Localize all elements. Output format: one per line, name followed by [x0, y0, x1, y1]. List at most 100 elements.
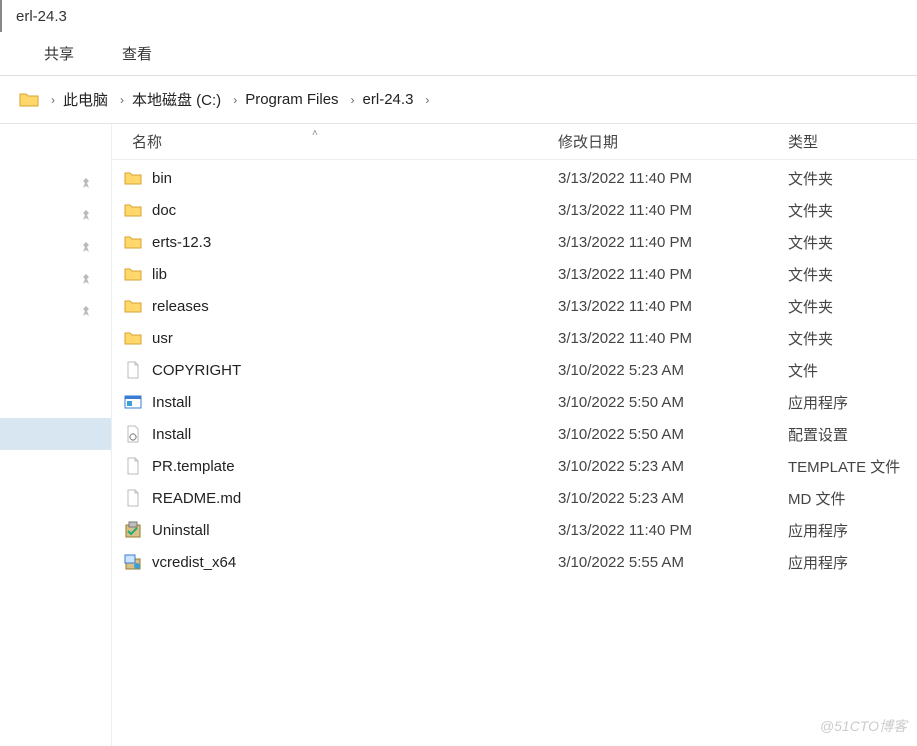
pin-icon	[79, 241, 93, 255]
file-row[interactable]: usr3/13/2022 11:40 PM文件夹	[112, 322, 917, 354]
file-modified: 3/13/2022 11:40 PM	[558, 522, 788, 539]
chevron-right-icon[interactable]: ›	[120, 93, 124, 107]
file-name: lib	[152, 266, 167, 283]
quick-access-pin[interactable]	[0, 264, 111, 296]
file-row[interactable]: README.md 3/10/2022 5:23 AMMD 文件	[112, 482, 917, 514]
file-type: 应用程序	[788, 552, 917, 573]
pin-icon	[79, 209, 93, 223]
folder-icon	[124, 201, 142, 219]
file-row[interactable]: PR.template3/10/2022 5:23 AMTEMPLATE 文件	[112, 450, 917, 482]
file-modified: 3/10/2022 5:55 AM	[558, 554, 788, 571]
chevron-right-icon[interactable]: ›	[425, 93, 429, 107]
file-row[interactable]: Install 3/10/2022 5:50 AM配置设置	[112, 418, 917, 450]
file-name: erts-12.3	[152, 234, 211, 251]
file-modified: 3/13/2022 11:40 PM	[558, 234, 788, 251]
file-modified: 3/13/2022 11:40 PM	[558, 202, 788, 219]
file-type: 文件夹	[788, 168, 917, 189]
column-modified[interactable]: 修改日期	[558, 131, 788, 152]
file-row[interactable]: Uninstall 3/13/2022 11:40 PM应用程序	[112, 514, 917, 546]
file-type: 文件夹	[788, 200, 917, 221]
file-name: doc	[152, 202, 176, 219]
file-name: bin	[152, 170, 172, 187]
file-rows: bin3/13/2022 11:40 PM文件夹doc3/13/2022 11:…	[112, 160, 917, 578]
file-type: 应用程序	[788, 520, 917, 541]
file-name: Uninstall	[152, 522, 210, 539]
file-modified: 3/13/2022 11:40 PM	[558, 266, 788, 283]
column-type[interactable]: 类型	[788, 131, 917, 152]
file-type: 文件夹	[788, 232, 917, 253]
window-title: erl-24.3	[12, 8, 67, 25]
file-modified: 3/10/2022 5:23 AM	[558, 458, 788, 475]
file-name: vcredist_x64	[152, 554, 236, 571]
file-row[interactable]: Install 3/10/2022 5:50 AM应用程序	[112, 386, 917, 418]
breadcrumb-bar: › 此电脑 › 本地磁盘 (C:) › Program Files › erl-…	[0, 76, 917, 124]
inst2-icon	[124, 553, 142, 571]
breadcrumb-label: 此电脑	[63, 89, 108, 110]
folder-icon	[124, 297, 142, 315]
file-name: Install	[152, 394, 191, 411]
quick-access-pin[interactable]	[0, 168, 111, 200]
sidebar-selection[interactable]	[0, 418, 111, 450]
file-modified: 3/10/2022 5:50 AM	[558, 394, 788, 411]
breadcrumb-root[interactable]: ›	[15, 76, 59, 123]
file-type: 文件夹	[788, 264, 917, 285]
file-name: releases	[152, 298, 209, 315]
file-modified: 3/13/2022 11:40 PM	[558, 170, 788, 187]
tab-share[interactable]: 共享	[36, 37, 82, 70]
file-row[interactable]: releases3/13/2022 11:40 PM文件夹	[112, 290, 917, 322]
file-row[interactable]: COPYRIGHT3/10/2022 5:23 AM文件	[112, 354, 917, 386]
pin-icon	[79, 177, 93, 191]
main-area: 名称 ˄ 修改日期 类型 bin3/13/2022 11:40 PM文件夹doc…	[0, 124, 917, 746]
quick-access-pin[interactable]	[0, 232, 111, 264]
folder-icon	[19, 91, 39, 108]
file-type: 文件	[788, 360, 917, 381]
sort-indicator-icon: ˄	[312, 128, 318, 139]
quick-access-pin[interactable]	[0, 200, 111, 232]
quick-access-pane	[0, 124, 112, 746]
exe-icon	[124, 393, 142, 411]
column-name[interactable]: 名称	[112, 131, 558, 152]
file-row[interactable]: vcredist_x64 3/10/2022 5:55 AM应用程序	[112, 546, 917, 578]
quick-access-pin[interactable]	[0, 296, 111, 328]
file-row[interactable]: doc 3/13/2022 11:40 PM文件夹	[112, 194, 917, 226]
file-name: PR.template	[152, 458, 235, 475]
breadcrumb-label: Program Files	[245, 91, 338, 108]
breadcrumb-item[interactable]: 此电脑 ›	[59, 76, 128, 123]
file-modified: 3/13/2022 11:40 PM	[558, 330, 788, 347]
file-icon	[124, 361, 142, 379]
file-name: README.md	[152, 490, 241, 507]
file-type: 应用程序	[788, 392, 917, 413]
uninst-icon	[124, 521, 142, 539]
file-type: 配置设置	[788, 424, 917, 445]
file-name: COPYRIGHT	[152, 362, 241, 379]
tab-view[interactable]: 查看	[114, 37, 160, 70]
file-list: 名称 ˄ 修改日期 类型 bin3/13/2022 11:40 PM文件夹doc…	[112, 124, 917, 746]
breadcrumb-item[interactable]: Program Files ›	[241, 76, 358, 123]
file-name: Install	[152, 426, 191, 443]
chevron-right-icon[interactable]: ›	[51, 93, 55, 107]
file-row[interactable]: erts-12.3 3/13/2022 11:40 PM文件夹	[112, 226, 917, 258]
file-row[interactable]: lib 3/13/2022 11:40 PM文件夹	[112, 258, 917, 290]
file-icon	[124, 489, 142, 507]
file-type: 文件夹	[788, 328, 917, 349]
folder-icon	[124, 329, 142, 347]
column-headers: 名称 ˄ 修改日期 类型	[112, 124, 917, 160]
file-modified: 3/10/2022 5:50 AM	[558, 426, 788, 443]
file-row[interactable]: bin 3/13/2022 11:40 PM文件夹	[112, 162, 917, 194]
chevron-right-icon[interactable]: ›	[233, 93, 237, 107]
pin-icon	[79, 273, 93, 287]
ribbon-tabs: 共享 查看	[0, 32, 917, 76]
file-modified: 3/10/2022 5:23 AM	[558, 490, 788, 507]
breadcrumb-label: 本地磁盘 (C:)	[132, 89, 221, 110]
breadcrumb-item[interactable]: erl-24.3 ›	[359, 76, 434, 123]
folder-icon	[124, 265, 142, 283]
chevron-right-icon[interactable]: ›	[351, 93, 355, 107]
file-icon	[124, 457, 142, 475]
title-bar: erl-24.3	[0, 0, 917, 32]
folder-icon	[124, 169, 142, 187]
breadcrumb-item[interactable]: 本地磁盘 (C:) ›	[128, 76, 241, 123]
pin-icon	[79, 305, 93, 319]
file-type: 文件夹	[788, 296, 917, 317]
watermark: @51CTO博客	[820, 716, 907, 736]
file-type: MD 文件	[788, 488, 917, 509]
